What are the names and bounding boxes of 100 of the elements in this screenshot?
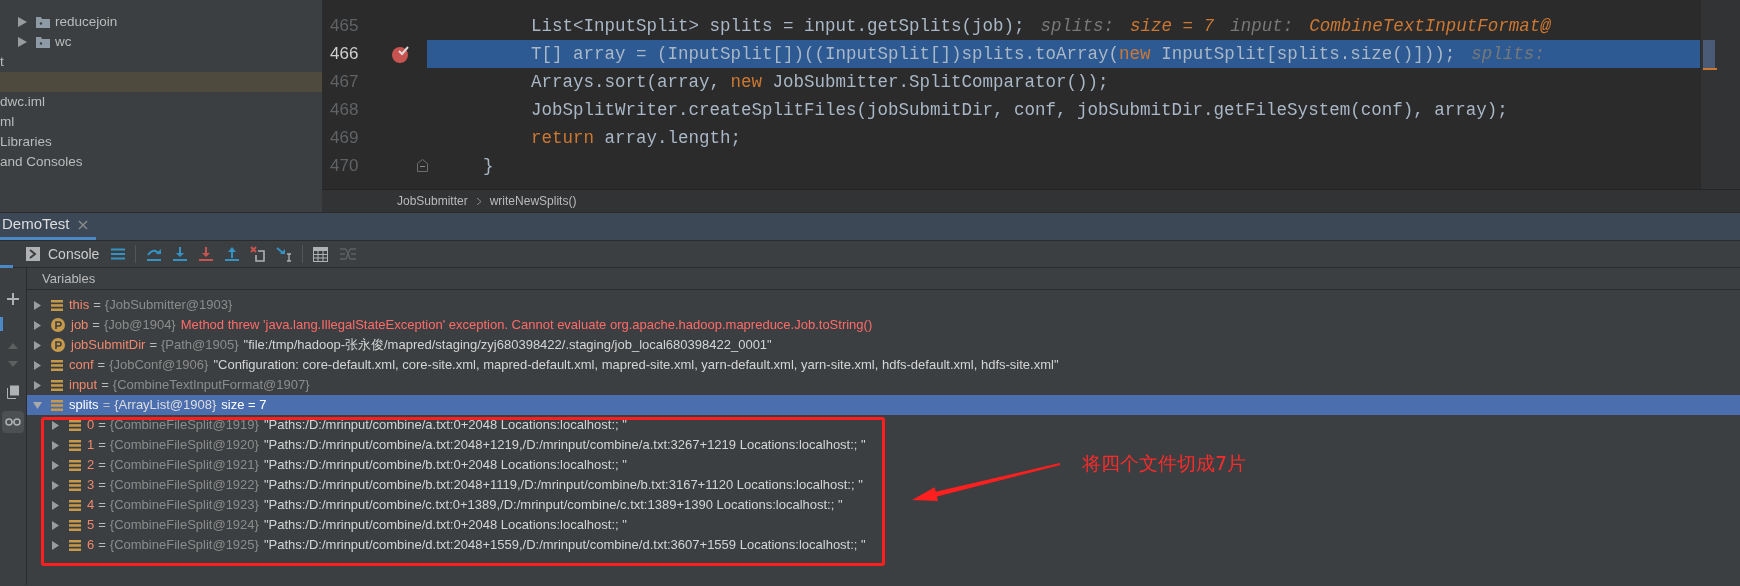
variable-row[interactable]: 4 = {CombineFileSplit@1923} "Paths:/D:/mrinput/combine/c.txt:0+1389,/D:/mrinput/combine/c.txt:1389+1390 Locations:localhost:; " <box>27 495 843 515</box>
variable-name: 2 <box>87 456 95 475</box>
variable-row[interactable]: input = {CombineTextInputFormat@1907} <box>27 375 310 395</box>
expand-arrow-icon[interactable] <box>51 440 60 450</box>
variable-name: splits <box>69 396 99 415</box>
variable-type: {CombineFileSplit@1919} <box>109 416 259 435</box>
variable-name: 5 <box>87 516 95 535</box>
variable-value: "file:/tmp/hadoop-张永俊/mapred/staging/zyj680398422/.staging/job_local680398422_0001" <box>243 336 772 355</box>
breadcrumb[interactable]: JobSubmitter <box>397 192 468 211</box>
equals-sign: = <box>98 516 106 535</box>
variable-row[interactable]: job = {Job@1904} Method threw 'java.lang.IllegalStateException' exception. Cannot evaluate org.apache.hadoop.mapreduce.Job.toString() <box>27 315 873 335</box>
variable-row[interactable]: 1 = {CombineFileSplit@1920} "Paths:/D:/mrinput/combine/a.txt:2048+1219,/D:/mrinput/combine/a.txt:3267+1219 Locations:localhost:; " <box>27 435 866 455</box>
expand-arrow-icon[interactable] <box>51 520 60 530</box>
breadcrumb[interactable]: writeNewSplits() <box>489 192 577 211</box>
expand-arrow-icon[interactable] <box>33 340 42 350</box>
line-number: 468 <box>330 99 360 122</box>
variable-name: conf <box>69 356 94 375</box>
tree-item-label[interactable]: reducejoin <box>55 11 118 33</box>
side-marker <box>0 317 3 331</box>
variable-name: jobSubmitDir <box>71 336 146 355</box>
field-icon <box>51 299 63 311</box>
line-number: 465 <box>330 15 360 38</box>
copy-icon[interactable] <box>6 385 20 399</box>
arrow-icon <box>912 463 1062 503</box>
variable-row[interactable]: 2 = {CombineFileSplit@1921} "Paths:/D:/mrinput/combine/b.txt:0+2048 Locations:localhost:; " <box>27 455 627 475</box>
field-icon <box>69 439 81 451</box>
variable-type: {CombineFileSplit@1921} <box>109 456 259 475</box>
fold-icon[interactable] <box>417 159 428 172</box>
code-line: Arrays.sort(array, new JobSubmitter.SplitComparator()); <box>530 70 1110 94</box>
force-step-into-icon[interactable] <box>198 246 215 262</box>
equals-sign: = <box>93 296 101 315</box>
expand-arrow-icon[interactable] <box>51 460 60 470</box>
expand-arrow-icon[interactable] <box>51 420 60 430</box>
line-number: 469 <box>330 127 360 150</box>
add-icon[interactable] <box>7 293 19 305</box>
drop-frame-icon[interactable] <box>250 246 267 262</box>
code-line: List<InputSplit> splits = input.getSplits(job); splits: size = 7 input: CombineTextInputFormat@ <box>530 14 1552 38</box>
tree-item-label[interactable]: wc <box>55 31 72 53</box>
variable-name: this <box>69 296 90 315</box>
menu-icon[interactable] <box>111 248 126 260</box>
variable-type: {CombineFileSplit@1920} <box>109 436 259 455</box>
expand-arrow-icon[interactable] <box>51 540 60 550</box>
variable-value: "Paths:/D:/mrinput/combine/d.txt:0+2048 Locations:localhost:; " <box>263 516 627 535</box>
line-number: 467 <box>330 71 360 94</box>
expand-arrow-icon[interactable] <box>33 360 42 370</box>
variable-name: 6 <box>87 536 95 555</box>
tree-item-label[interactable]: and Consoles <box>0 151 83 173</box>
variable-name: input <box>69 376 98 395</box>
expand-arrow-icon[interactable] <box>33 300 42 310</box>
folder-icon <box>36 16 50 28</box>
variable-value: "Paths:/D:/mrinput/combine/a.txt:0+2048 Locations:localhost:; " <box>263 416 627 435</box>
expand-arrow-icon[interactable] <box>33 400 42 410</box>
expand-arrow-icon[interactable] <box>51 500 60 510</box>
variable-row[interactable]: 3 = {CombineFileSplit@1922} "Paths:/D:/mrinput/combine/b.txt:2048+1119,/D:/mrinput/combine/b.txt:3167+1120 Locations:localhost:; " <box>27 475 863 495</box>
variable-row[interactable]: splits = {ArrayList@1908} size = 7 <box>27 395 1740 415</box>
expand-arrow-icon[interactable] <box>51 480 60 490</box>
variable-row[interactable]: 5 = {CombineFileSplit@1924} "Paths:/D:/mrinput/combine/d.txt:0+2048 Locations:localhost:; " <box>27 515 627 535</box>
glasses-icon <box>5 418 21 426</box>
variables-title: Variables <box>42 269 96 288</box>
step-out-icon[interactable] <box>224 246 241 262</box>
code-line: JobSplitWriter.createSplitFiles(jobSubmitDir, conf, jobSubmitDir.getFileSystem(conf), array); <box>530 98 1509 122</box>
field-icon <box>51 359 63 371</box>
variable-value: "Paths:/D:/mrinput/combine/b.txt:0+2048 Locations:localhost:; " <box>263 456 627 475</box>
step-into-icon[interactable] <box>172 246 189 262</box>
equals-sign: = <box>98 456 106 475</box>
variable-row[interactable]: this = {JobSubmitter@1903} <box>27 295 233 315</box>
equals-sign: = <box>102 396 111 415</box>
equals-sign: = <box>98 476 106 495</box>
variable-type: {JobSubmitter@1903} <box>104 296 233 315</box>
chevron-icon <box>475 196 482 206</box>
console-tab[interactable]: Console <box>26 243 100 265</box>
variable-row[interactable]: 0 = {CombineFileSplit@1919} "Paths:/D:/mrinput/combine/a.txt:0+2048 Locations:localhost:; " <box>27 415 627 435</box>
variable-name: 1 <box>87 436 95 455</box>
breakpoint-icon[interactable] <box>392 45 410 63</box>
line-number: 466 <box>330 43 360 66</box>
variable-row[interactable]: conf = {JobConf@1906} "Configuration: core-default.xml, core-site.xml, mapred-default.xml, mapred-site.xml, yarn-default.xml, yarn-site.xml, hdfs-default.xml, hdfs-site.xml" <box>27 355 1059 375</box>
equals-sign: = <box>98 496 106 515</box>
expand-arrow-icon[interactable] <box>33 380 42 390</box>
variable-row[interactable]: 6 = {CombineFileSplit@1925} "Paths:/D:/mrinput/combine/d.txt:2048+1559,/D:/mrinput/combine/d.txt:3607+1559 Locations:localhost:; " <box>27 535 866 555</box>
variable-type: {Job@1904} <box>103 316 176 335</box>
variable-value: "Paths:/D:/mrinput/combine/b.txt:2048+1119,/D:/mrinput/combine/b.txt:3167+1120 Locations:localhost:; " <box>263 476 863 495</box>
tree-item-label[interactable]: Libraries <box>0 131 52 153</box>
tree-item-label[interactable]: ml <box>0 111 15 133</box>
variable-row[interactable]: jobSubmitDir = {Path@1905} "file:/tmp/hadoop-张永俊/mapred/staging/zyj680398422/.staging/job_local680398422_0001" <box>27 335 772 355</box>
equals-sign: = <box>97 356 106 375</box>
field-icon <box>69 519 81 531</box>
variable-type: {Path@1905} <box>161 336 239 355</box>
parameter-icon <box>51 318 65 332</box>
expand-arrow-icon[interactable] <box>33 320 42 330</box>
calculator-icon[interactable] <box>313 246 329 262</box>
tree-item-label[interactable]: dwc.iml <box>0 91 45 113</box>
parameter-icon <box>51 338 65 352</box>
run-to-cursor-icon[interactable] <box>276 246 293 262</box>
field-icon <box>51 379 63 391</box>
variable-value: "Paths:/D:/mrinput/combine/a.txt:2048+1219,/D:/mrinput/combine/a.txt:3267+1219 Locations:localhost:; " <box>263 436 866 455</box>
glasses-button[interactable] <box>2 411 24 433</box>
close-icon[interactable] <box>77 219 88 230</box>
variable-name: 4 <box>87 496 95 515</box>
field-icon <box>69 419 81 431</box>
variable-name: job <box>71 316 89 335</box>
